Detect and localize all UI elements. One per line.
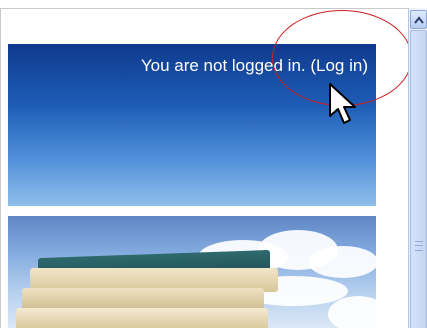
scrollbar-grip-icon xyxy=(415,241,423,251)
chevron-up-icon xyxy=(413,15,424,24)
mouse-pointer-icon xyxy=(329,83,356,124)
scrollbar-thumb[interactable] xyxy=(410,30,427,328)
section-divider xyxy=(8,206,376,216)
browser-viewport: You are not logged in. (Log in) xyxy=(0,0,427,328)
scroll-up-button[interactable] xyxy=(410,10,427,29)
header-photo xyxy=(8,216,376,328)
vertical-scrollbar[interactable] xyxy=(408,8,427,328)
